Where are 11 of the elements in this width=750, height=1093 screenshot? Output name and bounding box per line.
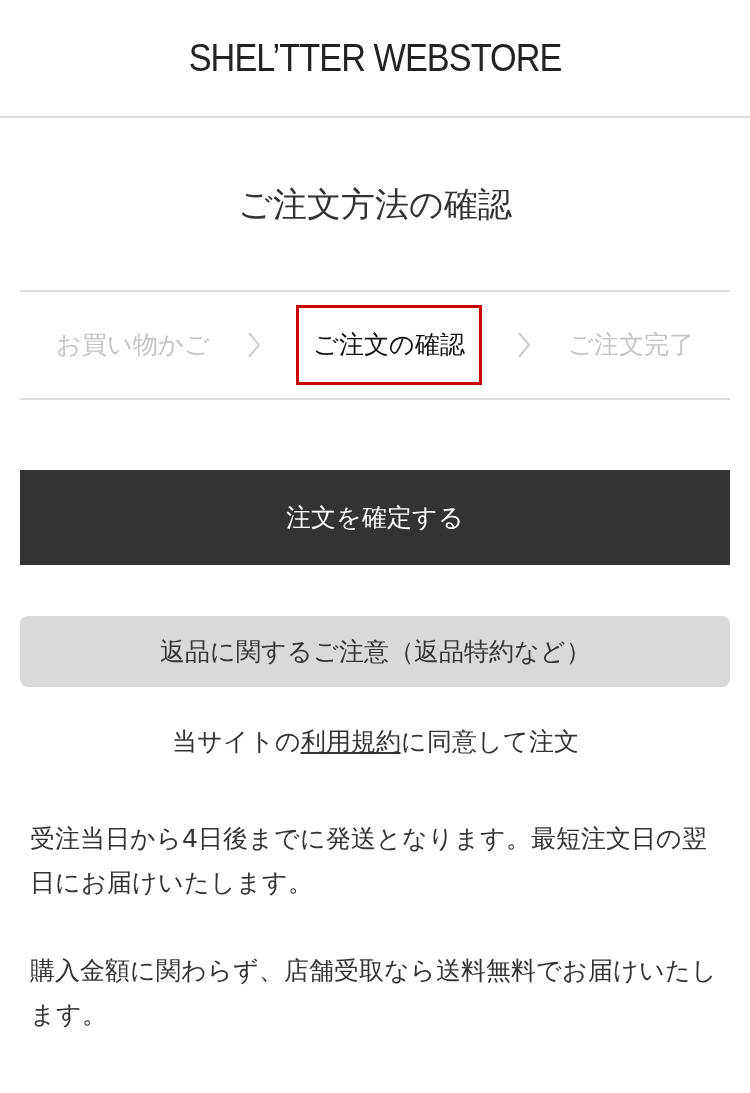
chevron-icon [517, 331, 531, 359]
shipping-note: 購入金額に関わらず、店舗受取なら送料無料でお届けいたします。 [30, 954, 718, 1031]
store-logo[interactable]: SHEL’TTER WEBSTORE [188, 29, 562, 87]
terms-link[interactable]: 利用規約 [300, 727, 401, 756]
agreement-text: 当サイトの利用規約に同意して注文 [170, 726, 580, 758]
confirm-order-button[interactable]: 注文を確定する [20, 470, 730, 565]
returns-notice-button[interactable]: 返品に関するご注意（返品特約など） [20, 616, 730, 687]
chevron-icon [247, 331, 261, 359]
page-title: ご注文方法の確認 [238, 182, 512, 226]
shipping-note: 受注当日から4日後までに発送となります。最短注文日の翌日にお届けいたします。 [30, 822, 708, 899]
step-tab[interactable]: ご注文の確認 [296, 305, 482, 385]
